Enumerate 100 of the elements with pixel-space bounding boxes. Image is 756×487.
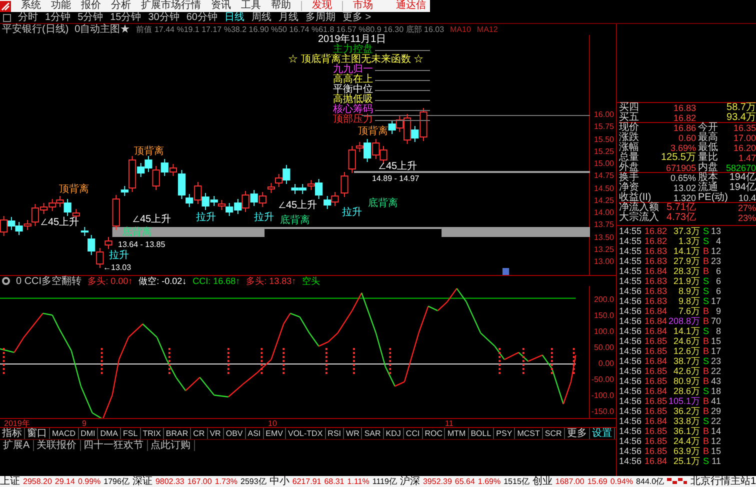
indicator-tab[interactable]: TRIX — [140, 428, 164, 439]
menu-item[interactable]: 分析 — [111, 0, 131, 12]
tick-side: S — [702, 296, 709, 306]
period-tab[interactable]: 30分钟 — [148, 12, 180, 24]
indicator-tab[interactable]: KDJ — [384, 428, 404, 439]
indicator-tab[interactable]: OBV — [224, 428, 246, 439]
menu-item[interactable]: 功能 — [51, 0, 71, 12]
tick-price: 16.84 — [644, 266, 667, 276]
tick-price: 16.85 — [644, 436, 667, 446]
info-marker-icon — [502, 268, 510, 275]
axis-label: 16.00 — [594, 111, 614, 119]
tick-time: 14:56 — [619, 336, 643, 346]
indicator-tab[interactable]: FSL — [121, 428, 141, 439]
indicator-tab[interactable]: 窗口 — [25, 428, 50, 439]
indicator-tab[interactable]: 更多 — [564, 428, 590, 439]
indicator-tab[interactable]: DMA — [98, 428, 122, 439]
quote-label: PE(动) — [697, 193, 726, 203]
indicator-tab[interactable]: RSI — [326, 428, 344, 439]
indicator-tab[interactable]: MCST — [515, 428, 543, 439]
period-tab[interactable]: 日线 — [224, 12, 244, 24]
guide-line — [375, 100, 430, 101]
menu-item[interactable]: 工具 — [241, 0, 261, 12]
period-tab[interactable]: 15分钟 — [110, 12, 142, 24]
indicator-tab[interactable]: WR — [344, 428, 362, 439]
indicator-tab[interactable]: CR — [191, 428, 208, 439]
tick-side: B — [702, 426, 709, 436]
indicator-value: CCI: 16.68↑ — [192, 276, 240, 286]
gear-icon[interactable] — [2, 277, 10, 285]
tick-time: 14:56 — [619, 286, 643, 296]
indicator-tab[interactable]: MTM — [445, 428, 469, 439]
menu-item[interactable]: 报价 — [81, 0, 101, 12]
period-tab[interactable]: 1分钟 — [45, 12, 71, 24]
tick-count: 18 — [710, 386, 721, 396]
period-tab[interactable]: 更多 > — [342, 12, 372, 24]
chart-label: ∠45上升 — [278, 201, 318, 211]
axis-label: 150.0 — [594, 312, 614, 320]
quote-value: 23% — [736, 213, 756, 223]
period-tab[interactable]: 60分钟 — [186, 12, 218, 24]
indicator-tab[interactable]: 指标 — [0, 428, 25, 439]
period-tab[interactable]: 周线 — [252, 12, 272, 24]
index-change: 68.31 — [324, 476, 344, 487]
tick-volume: 28.6万 — [672, 386, 700, 396]
tick-time: 14:55 — [619, 226, 643, 236]
indicator-value: 空头 — [302, 276, 320, 286]
tick-side: B — [702, 396, 709, 406]
chart-label: 顶背离 — [358, 127, 388, 137]
indicator-tab[interactable]: VOL-TDX — [286, 428, 326, 439]
indicator-tab[interactable]: CCI — [404, 428, 423, 439]
period-tab[interactable]: 月线 — [278, 12, 298, 24]
extension-tab[interactable]: 点此订购 — [148, 440, 195, 451]
tick-side: B — [702, 366, 709, 376]
axis-label: -50.00 — [591, 376, 614, 384]
menu-link[interactable]: 发现 — [312, 0, 332, 12]
quote-label: 涨幅 — [619, 143, 640, 153]
tick-time: 14:55 — [619, 246, 643, 256]
indicator-tab[interactable]: BOLL — [468, 428, 494, 439]
quote-value: 0.60 — [677, 133, 696, 143]
quote-label: 净资 — [619, 183, 639, 193]
quote-label: 现价 — [619, 123, 640, 133]
indicator-tab[interactable]: SCR — [542, 428, 565, 439]
indicator-tab[interactable]: SAR — [362, 428, 384, 439]
indicator-tab[interactable]: DMI — [78, 428, 98, 439]
period-tab[interactable]: 分时 — [18, 12, 38, 24]
indicator-tab[interactable]: BRAR — [164, 428, 192, 439]
quote-label: 最高 — [697, 133, 719, 143]
axis-label: 14.50 — [594, 184, 614, 192]
axis-label: 0.00 — [598, 360, 614, 368]
extension-tab[interactable]: 关联报价 — [34, 440, 81, 451]
axis-label: 13.75 — [594, 221, 614, 230]
tick-side: B — [702, 436, 709, 446]
square-icon[interactable] — [3, 14, 11, 22]
axis-label: 14.75 — [594, 172, 614, 180]
extension-tab[interactable]: 扩展A — [0, 440, 34, 451]
tick-side: B — [702, 376, 709, 386]
tick-price: 16.84 — [644, 456, 667, 466]
indicator-tab[interactable]: MACD — [50, 428, 79, 439]
tick-volume: 12.6万 — [672, 346, 700, 356]
indicator-tab[interactable]: VR — [208, 428, 224, 439]
chart-label: 拉升 — [109, 251, 129, 261]
menu-item[interactable]: 帮助 — [271, 0, 291, 12]
period-tab[interactable]: 多周期 — [306, 12, 336, 24]
quote-value: 671905 — [664, 163, 696, 173]
extension-tab[interactable]: 四十一狂欢节 — [80, 440, 148, 451]
quote-value: 16.83 — [672, 103, 696, 113]
indicator-tab[interactable]: ASI — [246, 428, 264, 439]
period-tab[interactable]: 5分钟 — [78, 12, 104, 24]
tick-volume: 9.8万 — [677, 296, 700, 306]
tick-count: 14 — [710, 426, 721, 436]
quote-label: 大宗流入 — [619, 213, 660, 223]
quote-value: 16.82 — [672, 113, 696, 123]
tick-side: S — [702, 276, 709, 286]
settings-tab[interactable]: 设置 — [590, 428, 615, 439]
tick-side: B — [702, 346, 709, 356]
tick-count: 43 — [710, 376, 721, 386]
indicator-tab[interactable]: ROC — [422, 428, 446, 439]
indicator-tab[interactable]: PSY — [494, 428, 516, 439]
menu-item[interactable]: 资讯 — [211, 0, 231, 12]
indicator-tab[interactable]: EMV — [264, 428, 286, 439]
quote-value: 194亿 — [728, 183, 756, 193]
chart-label: 拉升 — [342, 208, 362, 218]
